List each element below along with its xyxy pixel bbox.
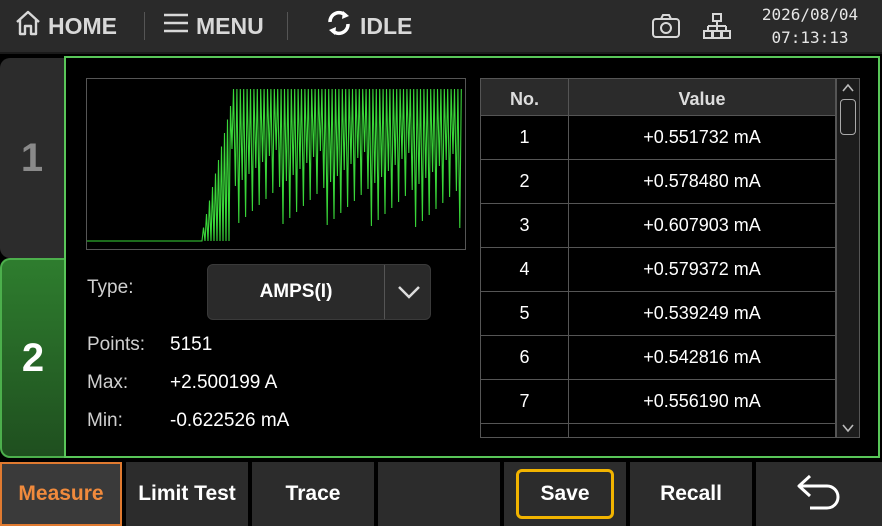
- min-value: -0.622526 mA: [170, 410, 290, 431]
- network-icon[interactable]: [703, 0, 737, 52]
- divider: [287, 12, 288, 40]
- col-no-header: No.: [510, 89, 539, 109]
- camera-icon[interactable]: [650, 0, 688, 52]
- row-value: +0.542816 mA: [643, 347, 761, 367]
- scroll-down-icon[interactable]: [841, 421, 855, 439]
- row-number: 4: [519, 259, 530, 279]
- menu-button[interactable]: MENU: [162, 0, 264, 52]
- menu-label: MENU: [196, 12, 264, 39]
- bottom-toolbar: Measure Limit Test Trace Save Recall: [0, 460, 882, 526]
- tab-2[interactable]: 2: [0, 258, 64, 458]
- time: 07:13:13: [771, 28, 849, 47]
- trace-graph[interactable]: [86, 78, 466, 250]
- tab-2-label: 2: [21, 335, 45, 380]
- table-row[interactable]: 6 +0.542816 mA: [481, 335, 835, 380]
- table-row[interactable]: 3 +0.607903 mA: [481, 203, 835, 248]
- refresh-icon: [324, 8, 360, 44]
- dropdown-divider: [384, 265, 385, 319]
- recall-label: Recall: [660, 482, 722, 505]
- table-row[interactable]: 5 +0.539249 mA: [481, 291, 835, 336]
- table-row[interactable]: 4 +0.579372 mA: [481, 247, 835, 292]
- row-value: +0.607903 mA: [643, 215, 761, 235]
- run-status[interactable]: IDLE: [324, 0, 412, 52]
- col-value-header: Value: [678, 89, 726, 109]
- table-row[interactable]: 7 +0.556190 mA: [481, 379, 835, 424]
- trace-line: [87, 88, 462, 242]
- row-value: +0.579372 mA: [643, 259, 761, 279]
- back-arrow-icon: [794, 470, 844, 518]
- top-bar: HOME MENU IDLE 2026/08/04 07:13:13: [0, 0, 882, 54]
- tab-1-label: 1: [20, 135, 44, 180]
- row-number: 5: [519, 303, 530, 323]
- save-label: Save: [540, 482, 590, 505]
- home-icon: [14, 9, 48, 43]
- points-label: Points:: [87, 334, 146, 355]
- min-label: Min:: [87, 410, 123, 431]
- datetime: 2026/08/04 07:13:13: [750, 3, 870, 49]
- blank-softkey[interactable]: [378, 462, 500, 526]
- type-value: AMPS(I): [259, 281, 333, 302]
- scroll-up-icon[interactable]: [841, 81, 855, 99]
- scroll-thumb[interactable]: [840, 99, 856, 135]
- measure-label: Measure: [18, 482, 104, 505]
- home-button[interactable]: HOME: [14, 0, 117, 52]
- table-scrollbar[interactable]: [836, 78, 860, 438]
- row-number: 3: [519, 215, 530, 235]
- status-label: IDLE: [360, 12, 413, 39]
- limit-test-button[interactable]: Limit Test: [126, 462, 248, 526]
- row-number: 1: [519, 127, 530, 147]
- row-number: 2: [519, 171, 530, 191]
- row-value: +0.556190 mA: [643, 391, 761, 411]
- table-row[interactable]: 1 +0.551732 mA: [481, 115, 835, 160]
- type-dropdown[interactable]: AMPS(I): [207, 264, 431, 320]
- measure-button[interactable]: Measure: [0, 462, 122, 526]
- row-value: +0.551732 mA: [643, 127, 761, 147]
- row-value: +0.578480 mA: [643, 171, 761, 191]
- max-label: Max:: [87, 372, 129, 393]
- save-button[interactable]: Save: [516, 469, 614, 519]
- tab-1[interactable]: 1: [0, 58, 64, 258]
- trace-button[interactable]: Trace: [252, 462, 374, 526]
- table-row[interactable]: 2 +0.578480 mA: [481, 159, 835, 204]
- limit-test-label: Limit Test: [138, 482, 236, 505]
- points-value: 5151: [170, 334, 213, 355]
- back-button[interactable]: [756, 462, 882, 526]
- row-value: +0.539249 mA: [643, 303, 761, 323]
- hamburger-icon: [162, 11, 196, 41]
- save-softkey[interactable]: Save: [504, 462, 626, 526]
- chevron-down-icon: [394, 277, 424, 312]
- readings-table[interactable]: No. Value 1 +0.551732 mA 2 +0.578480 mA …: [480, 78, 836, 438]
- type-label: Type:: [87, 277, 134, 298]
- row-number: 7: [519, 391, 530, 411]
- max-value: +2.500199 A: [170, 372, 278, 393]
- trace-label: Trace: [285, 482, 341, 505]
- recall-button[interactable]: Recall: [630, 462, 752, 526]
- home-label: HOME: [48, 12, 117, 39]
- divider: [144, 12, 145, 40]
- row-number: 6: [519, 347, 530, 367]
- date: 2026/08/04: [761, 5, 859, 24]
- trace-waveform: [87, 88, 462, 242]
- table-header: No. Value: [481, 79, 835, 116]
